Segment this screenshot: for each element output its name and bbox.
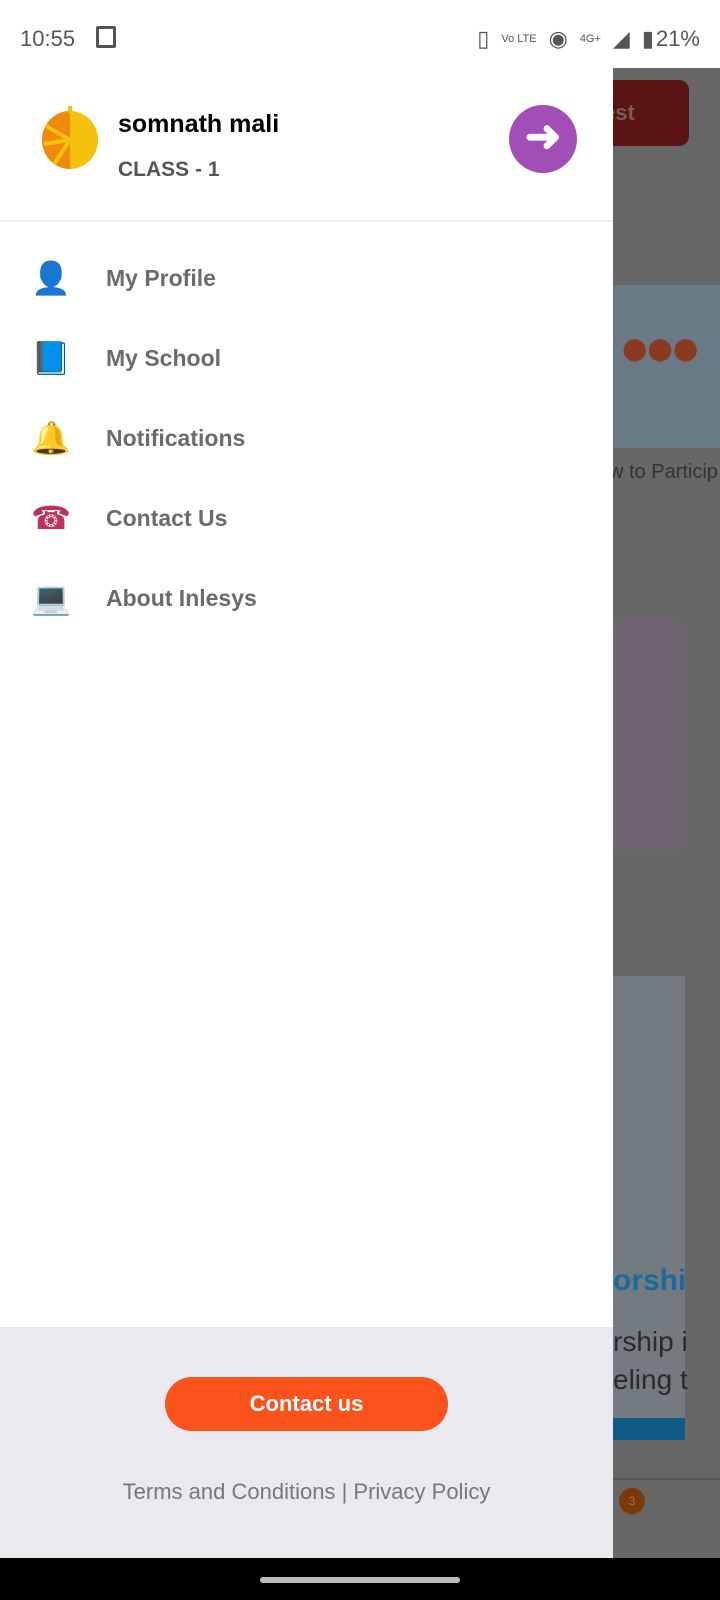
user-name: somnath mali xyxy=(118,110,280,138)
menu-item-my-school[interactable]: 📘 My School xyxy=(0,318,613,398)
hotspot-icon: ◉ xyxy=(548,26,568,51)
separator: | xyxy=(335,1479,354,1504)
network-type: 4G+ xyxy=(579,32,601,45)
user-class: CLASS - 1 xyxy=(118,158,220,181)
menu-item-about-inlesys[interactable]: 💻 About Inlesys xyxy=(0,558,613,638)
navigation-drawer: somnath mali CLASS - 1 ➜ 👤 My Profile 📘 … xyxy=(0,68,613,1558)
privacy-link[interactable]: Privacy Policy xyxy=(353,1479,490,1504)
arrow-right-button[interactable]: ➜ xyxy=(509,105,577,173)
background-button: est xyxy=(613,80,689,146)
drawer-menu: 👤 My Profile 📘 My School 🔔 Notifications… xyxy=(0,238,613,638)
system-navigation-bar xyxy=(0,1558,720,1600)
divider xyxy=(0,220,613,222)
vibrate-icon: ▯ xyxy=(477,26,490,51)
people-icon: ●●● xyxy=(619,319,701,377)
menu-item-label: My School xyxy=(106,344,222,371)
text-line: eling t xyxy=(613,1364,688,1395)
battery-percent: 21% xyxy=(655,26,700,51)
menu-item-label: About Inlesys xyxy=(106,584,257,611)
avatar-lemon-icon xyxy=(42,106,98,169)
contact-us-button[interactable]: Contact us xyxy=(165,1377,448,1431)
bottom-nav-divider xyxy=(613,1478,720,1480)
news-notification-icon xyxy=(96,26,116,48)
menu-item-label: My Profile xyxy=(106,264,216,291)
text-line: rship i xyxy=(613,1326,688,1357)
drawer-footer: Contact us Terms and Conditions | Privac… xyxy=(0,1327,613,1558)
volte-icon: Vo LTE xyxy=(501,32,537,45)
battery-icon: ▮ xyxy=(641,26,654,51)
background-card-text: rship i eling t xyxy=(613,1323,688,1399)
home-gesture-handle[interactable] xyxy=(260,1577,460,1583)
background-caption: w to Particip xyxy=(613,461,718,483)
menu-item-contact-us[interactable]: ☎ Contact Us xyxy=(0,478,613,558)
menu-item-label: Contact Us xyxy=(106,504,228,531)
background-card-bar xyxy=(613,1418,685,1440)
menu-item-label: Notifications xyxy=(106,424,246,451)
phone-icon: ☎ xyxy=(31,500,71,536)
signal-icon: ◢ xyxy=(612,26,630,51)
bell-icon: 🔔 xyxy=(31,420,71,456)
menu-item-my-profile[interactable]: 👤 My Profile xyxy=(0,238,613,318)
clock: 10:55 xyxy=(20,26,76,51)
notification-badge: 3 xyxy=(619,1488,645,1514)
school-book-icon: 📘 xyxy=(31,340,71,376)
background-page-scrim[interactable]: est ●●● w to Particip orshi rship i eling… xyxy=(613,68,720,1558)
laptop-icon: 💻 xyxy=(31,580,71,616)
terms-link[interactable]: Terms and Conditions xyxy=(123,1479,336,1504)
menu-item-notifications[interactable]: 🔔 Notifications xyxy=(0,398,613,478)
background-card xyxy=(613,617,685,853)
legal-links: Terms and Conditions | Privacy Policy xyxy=(0,1479,613,1505)
profile-add-icon: 👤 xyxy=(31,260,71,296)
status-bar: 10:55 ▯ Vo LTE ◉ 4G+ ◢ ▮ 21% xyxy=(0,0,720,68)
background-card-title: orshi xyxy=(613,1264,687,1297)
